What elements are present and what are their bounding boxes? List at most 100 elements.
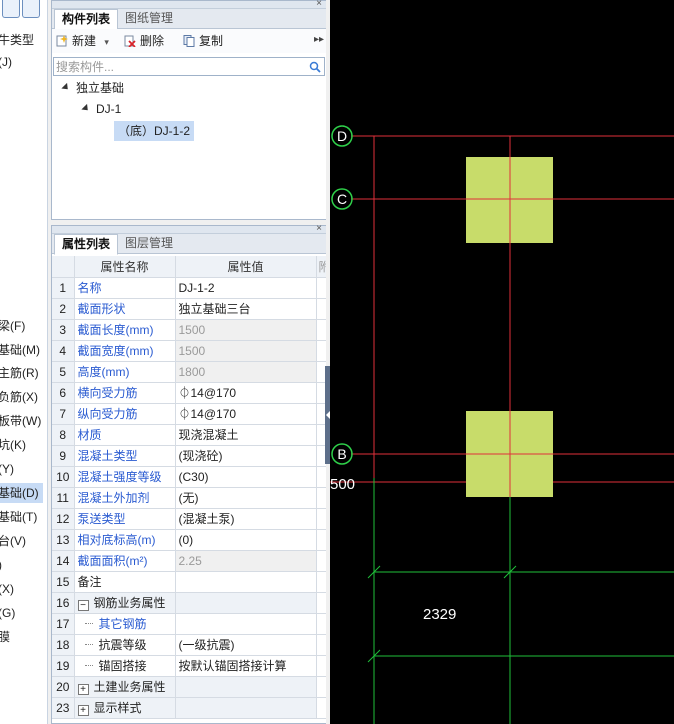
view-toggle-icon[interactable] [2, 0, 20, 18]
component-type-item[interactable]: 台(V) [0, 531, 30, 551]
tab-drawing-management[interactable]: 图纸管理 [118, 9, 180, 29]
component-type-item[interactable]: 主筋(R) [0, 363, 43, 383]
property-table: 属性名称 属性值 附 1名称DJ-1-22截面形状独立基础三台3截面长度(mm)… [52, 256, 327, 719]
property-row[interactable]: 7 纵向受力筋 ⏀14@170 [52, 403, 327, 425]
property-row[interactable]: 5 高度(mm) 1800 [52, 361, 327, 383]
property-value[interactable]: (0) [175, 529, 317, 551]
component-type-item[interactable]: 牛类型 [0, 30, 38, 50]
toolbar-overflow-icon[interactable]: ▸▸ [314, 34, 324, 45]
property-row[interactable]: 23 + 显示样式 [52, 697, 327, 719]
property-row[interactable]: 3 截面长度(mm) 1500 [52, 319, 327, 341]
property-row[interactable]: 20 + 土建业务属性 [52, 676, 327, 698]
property-value[interactable] [175, 676, 317, 698]
tab-property-list[interactable]: 属性列表 [54, 234, 119, 255]
property-value[interactable] [175, 613, 317, 635]
property-row[interactable]: 2 截面形状 独立基础三台 [52, 298, 327, 320]
property-row[interactable]: 10 混凝土强度等级 (C30) [52, 466, 327, 488]
property-value[interactable]: (无) [175, 487, 317, 509]
expand-arrow-icon[interactable] [61, 82, 71, 93]
component-type-item[interactable]: 基础(T) [0, 507, 41, 527]
tree-node-dj-1-2[interactable]: （底）DJ-1-2 [114, 121, 195, 141]
component-type-item[interactable]: 负筋(X) [0, 387, 42, 407]
property-value[interactable] [175, 697, 317, 719]
component-search-box[interactable] [53, 57, 325, 76]
column-header-name: 属性名称 [74, 256, 176, 278]
tree-connector [84, 623, 93, 624]
property-value[interactable]: 1800 [175, 361, 317, 383]
property-value[interactable]: 1500 [175, 340, 317, 362]
tree-node-dj-1[interactable]: DJ-1 [81, 99, 121, 119]
component-type-item[interactable]: (Y) [0, 459, 18, 479]
property-value[interactable]: (C30) [175, 466, 317, 488]
component-type-item[interactable]: ) [0, 555, 6, 575]
property-row[interactable]: 1 名称 DJ-1-2 [52, 277, 327, 299]
component-type-item[interactable]: 板带(W) [0, 411, 45, 431]
row-number: 16 [52, 592, 75, 614]
component-type-item[interactable]: 梁(F) [0, 316, 29, 336]
property-row[interactable]: 6 横向受力筋 ⏀14@170 [52, 382, 327, 404]
component-type-item[interactable]: (J) [0, 52, 16, 72]
row-number: 14 [52, 550, 75, 572]
property-value[interactable]: (现浇砼) [175, 445, 317, 467]
property-row[interactable]: 12 泵送类型 (混凝土泵) [52, 508, 327, 530]
property-row[interactable]: 17 其它钢筋 [52, 613, 327, 635]
component-type-item[interactable]: (X) [0, 579, 18, 599]
component-type-item[interactable]: (G) [0, 603, 19, 623]
tab-component-list[interactable]: 构件列表 [54, 9, 119, 30]
property-row[interactable]: 16− 钢筋业务属性 [52, 592, 327, 614]
component-type-item[interactable]: 基础(D) [0, 483, 43, 503]
component-type-item[interactable]: 膜 [0, 627, 14, 647]
axis-label-b: B [337, 446, 346, 462]
expand-icon[interactable]: + [77, 684, 89, 695]
dimension-value-bottom: 2329 [423, 606, 456, 623]
chevron-down-icon[interactable]: ▾ [104, 37, 109, 47]
property-row[interactable]: 8 材质 现浇混凝土 [52, 424, 327, 446]
property-row[interactable]: 15 备注 [52, 571, 327, 593]
row-number: 8 [52, 424, 75, 446]
property-row[interactable]: 11 混凝土外加剂 (无) [52, 487, 327, 509]
row-number: 10 [52, 466, 75, 488]
property-value[interactable]: 1500 [175, 319, 317, 341]
tab-layer-management[interactable]: 图层管理 [118, 234, 180, 254]
close-icon[interactable]: × [316, 224, 322, 234]
property-value[interactable]: ⏀14@170 [175, 382, 317, 404]
property-name: 截面面积(m²) [77, 554, 148, 568]
layout-icon[interactable] [22, 0, 40, 18]
property-value[interactable]: (一级抗震) [175, 634, 317, 656]
property-name: 土建业务属性 [93, 680, 166, 694]
property-value[interactable]: 按默认锚固搭接计算 [175, 655, 317, 677]
expand-icon[interactable]: + [77, 705, 89, 716]
copy-button[interactable]: 复制 [183, 32, 223, 50]
expand-arrow-icon[interactable] [81, 103, 91, 114]
new-label: 新建 [72, 34, 97, 48]
property-row[interactable]: 19 锚固搭接 按默认锚固搭接计算 [52, 655, 327, 677]
property-extra [316, 676, 327, 698]
property-value[interactable]: DJ-1-2 [175, 277, 317, 299]
property-extra [316, 592, 327, 614]
property-value[interactable]: 2.25 [175, 550, 317, 572]
property-row[interactable]: 14 截面面积(m²) 2.25 [52, 550, 327, 572]
drawing-canvas[interactable]: D C B 500 2329 [330, 0, 674, 724]
component-search-input[interactable] [54, 58, 304, 75]
property-name: 截面宽度(mm) [77, 344, 154, 358]
row-number: 4 [52, 340, 75, 362]
tree-node-isolated-footing[interactable]: 独立基础 [61, 78, 124, 98]
close-icon[interactable]: × [316, 0, 322, 9]
component-type-item[interactable]: 基础(M) [0, 340, 44, 360]
property-value[interactable] [175, 592, 317, 614]
property-row[interactable]: 18 抗震等级 (一级抗震) [52, 634, 327, 656]
collapse-icon[interactable]: − [77, 600, 89, 611]
property-row[interactable]: 13 相对底标高(m) (0) [52, 529, 327, 551]
property-value[interactable]: 独立基础三台 [175, 298, 317, 320]
property-value[interactable]: 现浇混凝土 [175, 424, 317, 446]
property-value[interactable] [175, 571, 317, 593]
property-value[interactable]: (混凝土泵) [175, 508, 317, 530]
property-row[interactable]: 9 混凝土类型 (现浇砼) [52, 445, 327, 467]
new-button[interactable]: 新建 ▾ [56, 32, 109, 50]
search-icon[interactable] [309, 61, 321, 73]
delete-button[interactable]: 删除 [124, 32, 164, 50]
property-value[interactable]: ⏀14@170 [175, 403, 317, 425]
property-name: 截面形状 [77, 302, 126, 316]
component-type-item[interactable]: 坑(K) [0, 435, 30, 455]
property-row[interactable]: 4 截面宽度(mm) 1500 [52, 340, 327, 362]
